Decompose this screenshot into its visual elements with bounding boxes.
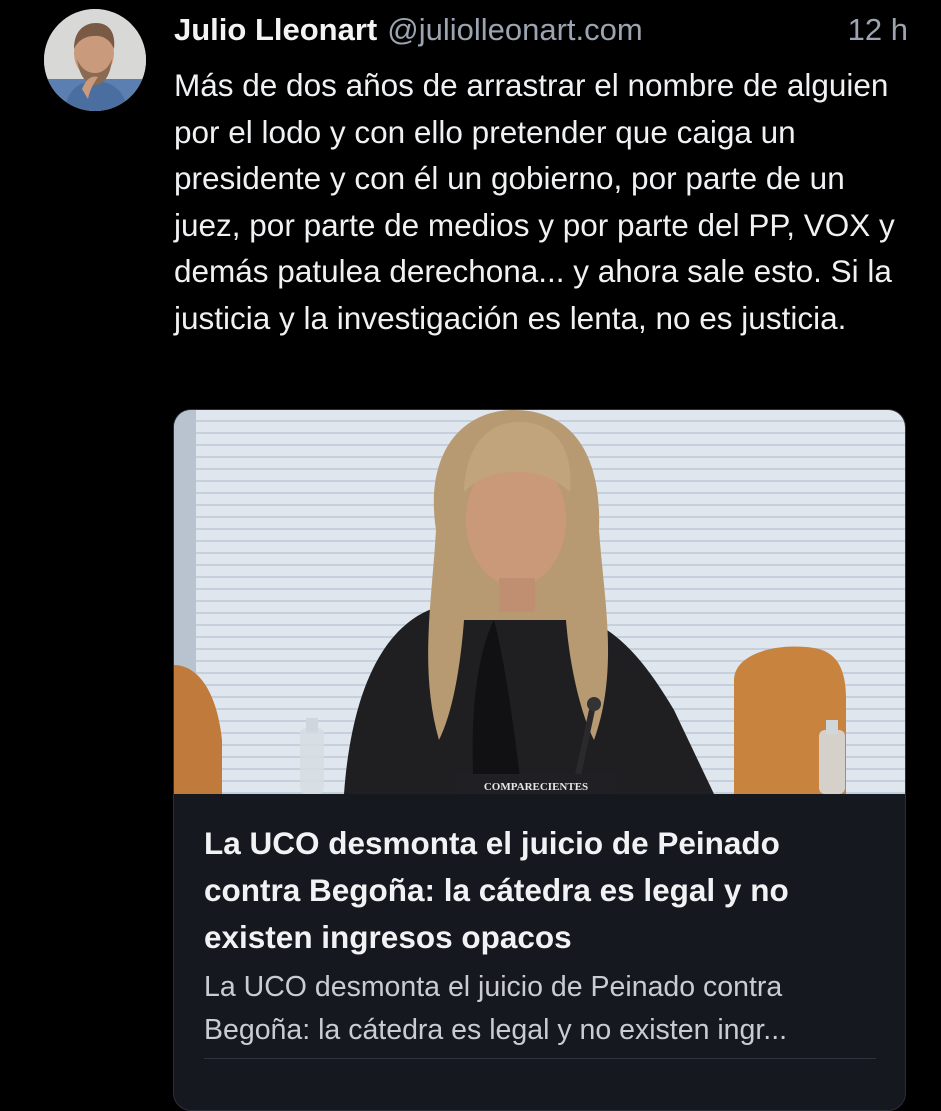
- post-text: Más de dos años de arrastrar el nombre d…: [174, 67, 895, 336]
- link-card-image[interactable]: COMPARECIENTES: [174, 410, 905, 794]
- author-name[interactable]: Julio Lleonart: [174, 12, 377, 48]
- avatar-photo: [44, 9, 146, 111]
- author-avatar[interactable]: [44, 9, 146, 111]
- post-header: Julio Lleonart @juliolleonart.com 12 h: [174, 8, 908, 52]
- author-handle[interactable]: @juliolleonart.com: [387, 12, 642, 48]
- link-card-title[interactable]: La UCO desmonta el juicio de Peinado con…: [204, 820, 884, 961]
- post-timestamp[interactable]: 12 h: [848, 12, 908, 48]
- link-card[interactable]: COMPARECIENTES La UCO desmonta el juicio…: [173, 409, 906, 1111]
- news-photo: COMPARECIENTES: [174, 410, 905, 794]
- link-card-description: La UCO desmonta el juicio de Peinado con…: [204, 971, 788, 1046]
- link-card-divider: [204, 1058, 876, 1059]
- plaque-text: COMPARECIENTES: [484, 781, 588, 793]
- post: Julio Lleonart @juliolleonart.com 12 h M…: [0, 0, 941, 1111]
